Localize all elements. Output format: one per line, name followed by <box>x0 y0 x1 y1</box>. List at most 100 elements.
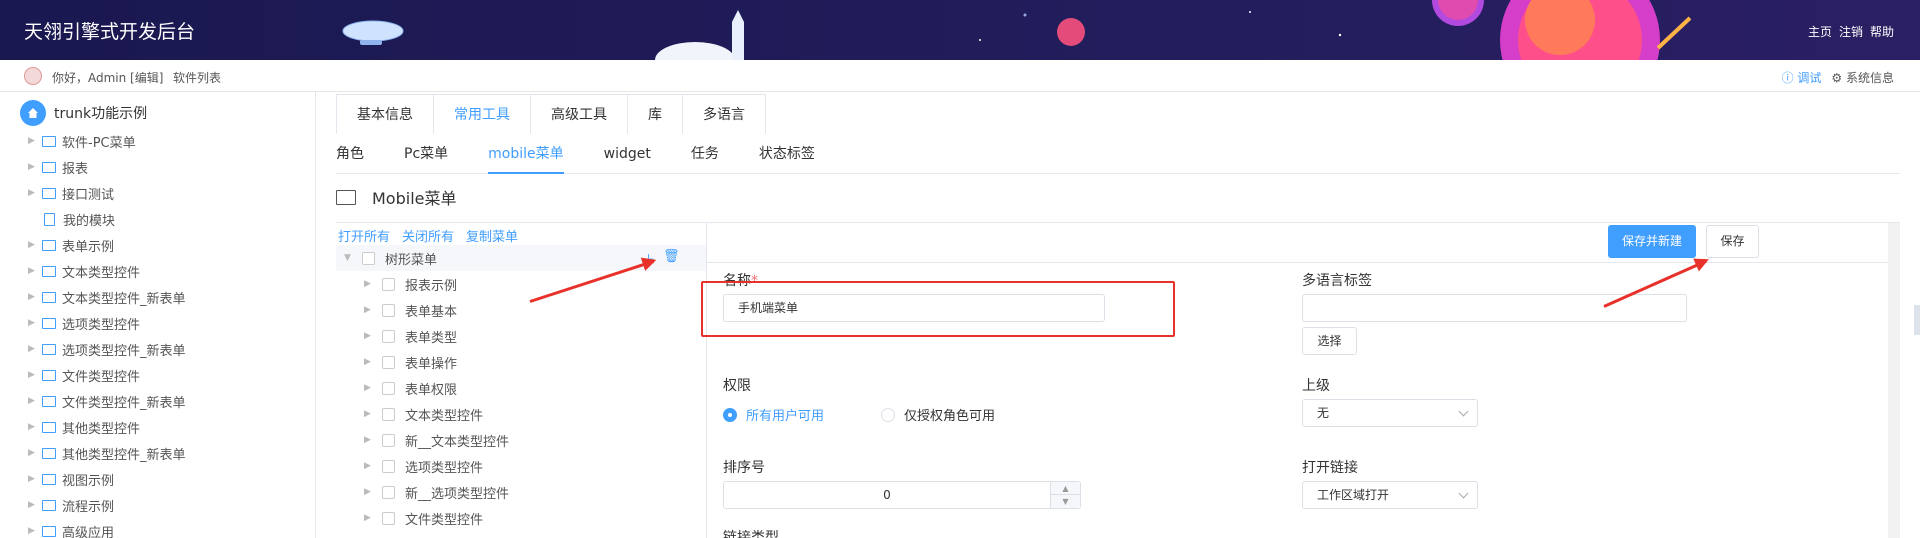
system-info-link[interactable]: ⚙ 系统信息 <box>1831 69 1894 86</box>
caret-right-icon: ▶ <box>364 513 371 523</box>
sidebar-item[interactable]: ▶ 选项类型控件 <box>28 310 140 336</box>
sidebar: trunk功能示例 ▶ 软件-PC菜单 ▶ 报表 ▶ 接口测试 我的模块 ▶ 表单示例 … <box>0 92 316 538</box>
greeting-edit-link[interactable]: 你好，Admin [编辑] <box>52 69 163 86</box>
sidebar-item[interactable]: ▶ 文本类型控件 <box>28 258 140 284</box>
tree-checkbox[interactable] <box>382 303 395 317</box>
tree-actions: 打开所有 关闭所有 复制菜单 <box>338 226 518 245</box>
permission-role-radio[interactable]: 仅授权角色可用 <box>881 405 995 424</box>
sidebar-item[interactable]: 我的模块 <box>28 206 115 232</box>
avatar <box>24 67 42 85</box>
sidebar-item[interactable]: ▶ 接口测试 <box>28 180 114 206</box>
sidebar-item[interactable]: ▶ 报表 <box>28 154 88 180</box>
caret-right-icon: ▶ <box>28 318 35 328</box>
sidebar-item[interactable]: ▶ 其他类型控件 <box>28 414 140 440</box>
tree-node[interactable]: ▶ 选项类型控件 <box>364 453 483 479</box>
tree-node[interactable]: ▶ 文本类型控件 <box>364 401 483 427</box>
order-stepper[interactable]: 0 ▲ ▼ <box>723 481 1081 509</box>
tree-checkbox[interactable] <box>382 355 395 369</box>
increment-icon[interactable]: ▲ <box>1051 482 1080 495</box>
caret-right-icon: ▶ <box>364 383 371 393</box>
sidebar-item[interactable]: ▶ 选项类型控件_新表单 <box>28 336 186 362</box>
caret-right-icon: ▶ <box>28 240 35 250</box>
debug-link[interactable]: ⓘ 调试 <box>1782 69 1822 86</box>
side-handle[interactable] <box>1914 305 1920 335</box>
tab-basic-info[interactable]: 基本信息 <box>337 95 434 134</box>
tree-checkbox[interactable] <box>382 433 395 447</box>
secondary-tabs: 角色 Pc菜单 mobile菜单 widget 任务 状态标签 <box>336 134 1900 174</box>
parent-select[interactable]: 无 <box>1302 399 1478 427</box>
sidebar-item[interactable]: ▶ 文件类型控件 <box>28 362 140 388</box>
trash-icon[interactable]: 🗑 <box>663 249 680 268</box>
sidebar-item[interactable]: ▶ 文本类型控件_新表单 <box>28 284 186 310</box>
chevron-down-icon <box>1458 406 1469 417</box>
tree-node[interactable]: ▶ 表单类型 <box>364 323 457 349</box>
open-link-select[interactable]: 工作区域打开 <box>1302 481 1478 509</box>
folder-icon <box>42 473 56 485</box>
sidebar-item[interactable]: ▶ 其他类型控件_新表单 <box>28 440 186 466</box>
folder-icon <box>42 499 56 511</box>
tab-widget[interactable]: widget <box>604 134 651 173</box>
tree-node[interactable]: ▶ 表单基本 <box>364 297 457 323</box>
caret-right-icon: ▶ <box>28 188 35 198</box>
collapse-all-link[interactable]: 关闭所有 <box>402 226 454 245</box>
sidebar-item[interactable]: ▶ 文件类型控件_新表单 <box>28 388 186 414</box>
sidebar-root[interactable]: trunk功能示例 <box>20 100 147 126</box>
tree-checkbox[interactable] <box>382 381 395 395</box>
tab-advanced-tools[interactable]: 高级工具 <box>531 95 628 134</box>
tree-node[interactable]: ▶ 新__文本类型控件 <box>364 427 509 453</box>
sidebar-item[interactable]: ▶ 软件-PC菜单 <box>28 128 136 154</box>
tab-status-label[interactable]: 状态标签 <box>759 134 815 173</box>
tab-multilang[interactable]: 多语言 <box>683 95 765 134</box>
link-type-label: 链接类型 <box>723 530 779 538</box>
expand-all-link[interactable]: 打开所有 <box>338 226 390 245</box>
tree-node[interactable]: ▶ 报表示例 <box>364 271 457 297</box>
i18n-input[interactable] <box>1302 294 1687 322</box>
save-and-new-button[interactable]: 保存并新建 <box>1608 225 1697 258</box>
tree-node[interactable]: ▶ 文件类型控件 <box>364 505 483 531</box>
sidebar-item[interactable]: ▶ 高级应用 <box>28 518 114 538</box>
tab-task[interactable]: 任务 <box>691 134 719 173</box>
tab-mobile-menu[interactable]: mobile菜单 <box>488 134 565 174</box>
save-button[interactable]: 保存 <box>1706 225 1759 258</box>
software-list-link[interactable]: 软件列表 <box>173 69 221 86</box>
sidebar-item[interactable]: ▶ 流程示例 <box>28 492 114 518</box>
tab-common-tools[interactable]: 常用工具 <box>434 95 531 134</box>
tree-checkbox[interactable] <box>362 251 375 265</box>
tree-node[interactable]: ▶ 新__选项类型控件 <box>364 479 509 505</box>
tree-checkbox[interactable] <box>382 511 395 525</box>
tree-checkbox[interactable] <box>382 485 395 499</box>
tab-role[interactable]: 角色 <box>336 134 364 173</box>
caret-right-icon: ▶ <box>28 422 35 432</box>
decrement-icon[interactable]: ▼ <box>1051 495 1080 508</box>
folder-icon <box>42 369 56 381</box>
folder-icon <box>42 135 56 147</box>
caret-right-icon: ▶ <box>364 409 371 419</box>
tree-node[interactable]: ▶ 表单操作 <box>364 349 457 375</box>
home-link[interactable]: 主页 <box>1808 23 1832 40</box>
parent-label: 上级 <box>1302 378 1330 394</box>
sidebar-item[interactable]: ▶ 视图示例 <box>28 466 114 492</box>
caret-right-icon: ▶ <box>28 526 35 536</box>
tab-pc-menu[interactable]: Pc菜单 <box>404 134 448 173</box>
tree-checkbox[interactable] <box>382 277 395 291</box>
caret-right-icon: ▶ <box>364 461 371 471</box>
help-link[interactable]: 帮助 <box>1870 23 1894 40</box>
info-icon: ⓘ <box>1781 71 1798 85</box>
folder-icon <box>42 187 56 199</box>
caret-right-icon: ▶ <box>28 162 35 172</box>
sidebar-item[interactable]: ▶ 表单示例 <box>28 232 114 258</box>
tree-checkbox[interactable] <box>382 329 395 343</box>
form-scrollbar[interactable] <box>1888 223 1900 538</box>
caret-right-icon: ▶ <box>28 370 35 380</box>
logout-link[interactable]: 注销 <box>1839 23 1863 40</box>
tree-checkbox[interactable] <box>382 459 395 473</box>
folder-icon <box>42 239 56 251</box>
permission-all-radio[interactable]: 所有用户可用 <box>723 405 824 424</box>
select-button[interactable]: 选择 <box>1302 327 1357 355</box>
caret-right-icon: ▶ <box>364 357 371 367</box>
tree-checkbox[interactable] <box>382 407 395 421</box>
caret-right-icon: ▶ <box>364 487 371 497</box>
tree-node[interactable]: ▶ 表单权限 <box>364 375 457 401</box>
copy-menu-link[interactable]: 复制菜单 <box>466 226 518 245</box>
tab-library[interactable]: 库 <box>628 95 683 134</box>
